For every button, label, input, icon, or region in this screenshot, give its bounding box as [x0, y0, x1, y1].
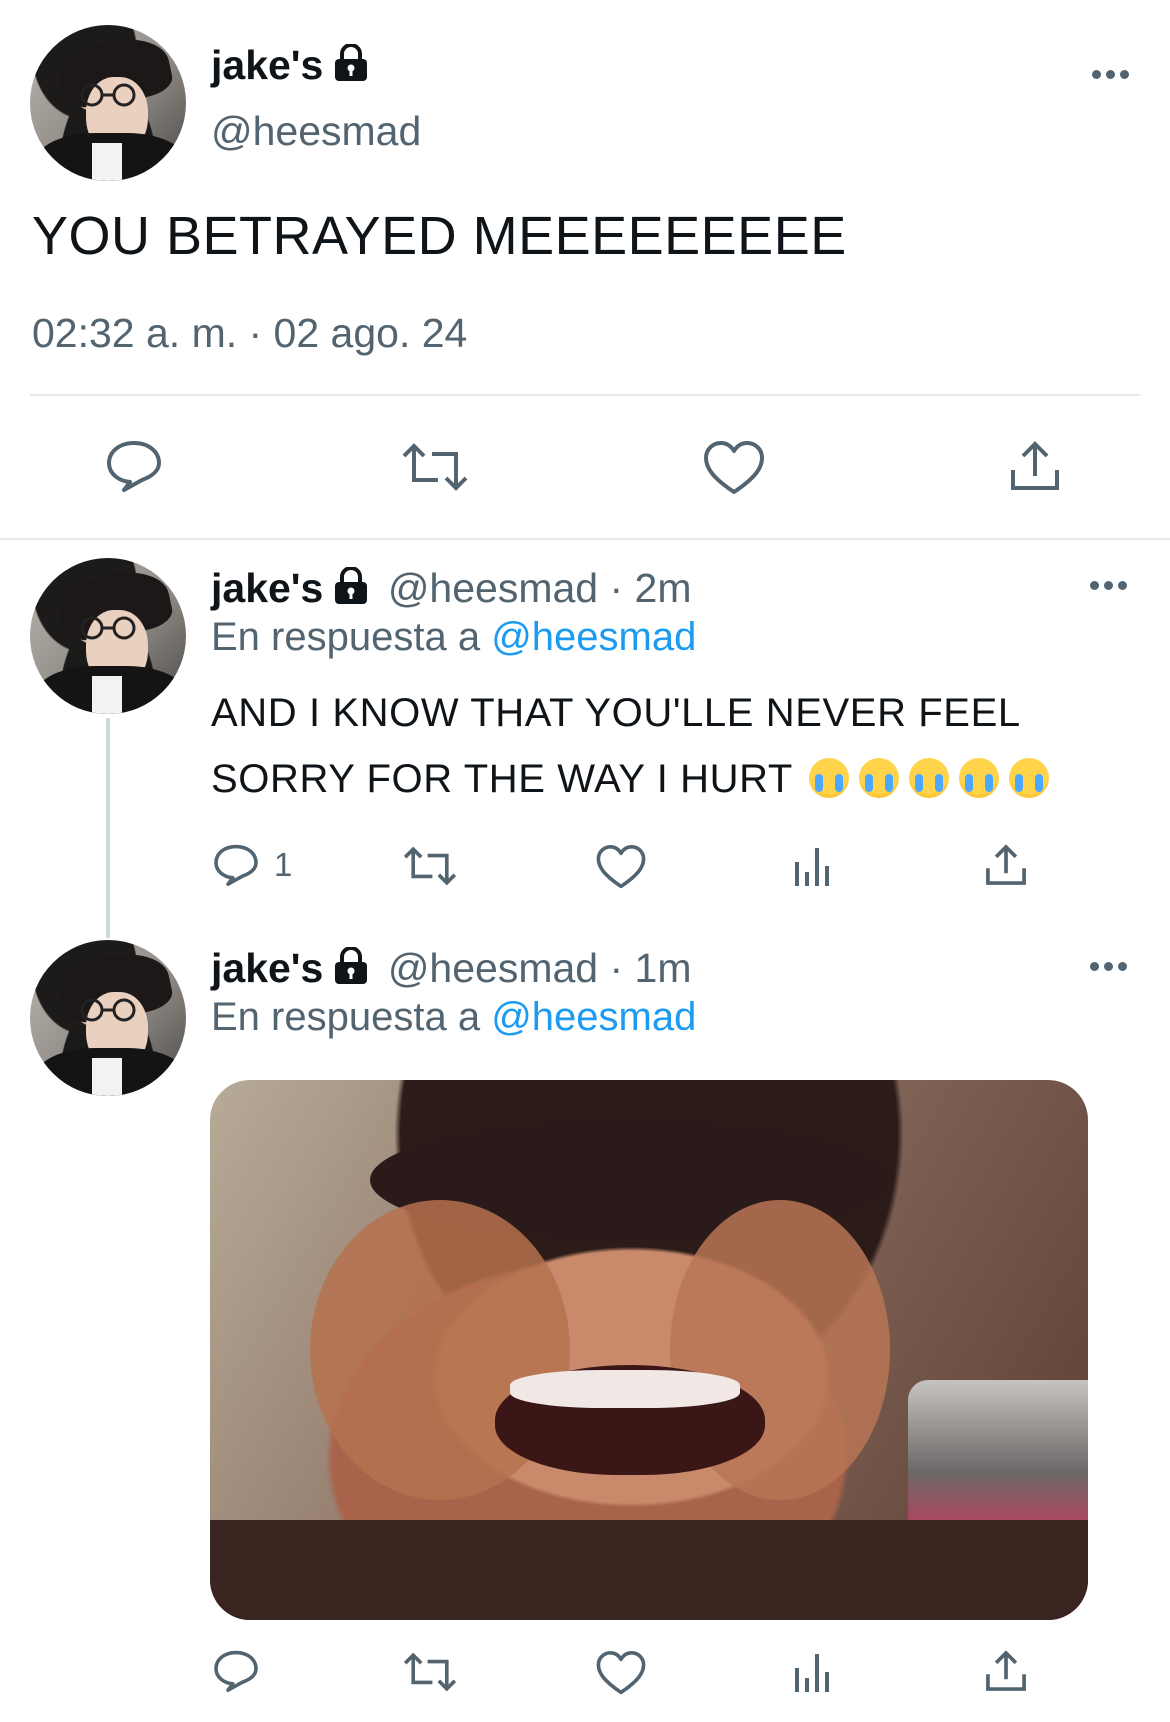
lock-icon	[335, 947, 368, 984]
like-icon[interactable]	[596, 844, 646, 890]
reply-icon[interactable]	[212, 1648, 260, 1694]
reply-count: 1	[274, 846, 293, 883]
reply-context: En respuesta a @heesmad	[211, 992, 696, 1042]
analytics-icon[interactable]	[791, 844, 835, 888]
author-handle[interactable]: @heesmad	[211, 108, 421, 155]
reply-text: AND I KNOW THAT YOU'LLE NEVER FEEL SORRY…	[211, 680, 1049, 812]
retweet-icon[interactable]	[400, 440, 470, 494]
reply-context: En respuesta a @heesmad	[211, 612, 696, 662]
more-options-icon[interactable]	[1090, 581, 1130, 591]
author-name[interactable]: jake's	[211, 565, 323, 611]
divider	[0, 538, 1170, 540]
analytics-icon[interactable]	[791, 1650, 835, 1694]
share-icon[interactable]	[983, 1648, 1029, 1694]
more-options-icon[interactable]	[1090, 962, 1130, 972]
retweet-icon[interactable]	[402, 1650, 458, 1694]
more-options-icon[interactable]	[1092, 70, 1132, 80]
reply-icon[interactable]	[212, 842, 260, 888]
tweet-timestamp[interactable]: 02:32 a. m. · 02 ago. 24	[32, 310, 467, 357]
reply-icon[interactable]	[104, 438, 164, 494]
lock-icon	[335, 44, 368, 81]
reply-text-line: AND I KNOW THAT YOU'LLE NEVER FEEL	[211, 691, 1021, 735]
share-icon[interactable]	[1007, 438, 1063, 494]
author-header: jake's	[211, 40, 369, 100]
tweet-media-image[interactable]	[210, 1080, 1088, 1620]
reply-context-label: En respuesta a	[211, 615, 481, 659]
reply-context-label: En respuesta a	[211, 995, 481, 1039]
reply-to-handle[interactable]: @heesmad	[491, 995, 696, 1039]
divider	[30, 394, 1140, 396]
thread-line	[106, 718, 110, 938]
avatar[interactable]	[30, 940, 186, 1096]
author-name[interactable]: jake's	[211, 42, 323, 88]
crying-emoji-icon	[808, 758, 849, 798]
avatar[interactable]	[30, 25, 186, 181]
reply-to-handle[interactable]: @heesmad	[491, 615, 696, 659]
author-handle-time[interactable]: @heesmad · 1m	[388, 945, 692, 991]
share-icon[interactable]	[983, 842, 1029, 888]
like-icon[interactable]	[596, 1650, 646, 1696]
avatar[interactable]	[30, 558, 186, 714]
author-name[interactable]: jake's	[211, 945, 323, 991]
crying-emoji-icon	[908, 758, 949, 798]
author-handle-time[interactable]: @heesmad · 2m	[388, 565, 692, 611]
lock-icon	[335, 567, 368, 604]
tweet-text: YOU BETRAYED MEEEEEEEEE	[32, 206, 847, 266]
like-icon[interactable]	[703, 440, 765, 496]
crying-emoji-icon	[1008, 758, 1049, 798]
crying-emoji-icon	[958, 758, 999, 798]
reply-text-line: SORRY FOR THE WAY I HURT	[211, 757, 793, 801]
crying-emoji-icon	[858, 758, 899, 798]
retweet-icon[interactable]	[402, 844, 458, 888]
